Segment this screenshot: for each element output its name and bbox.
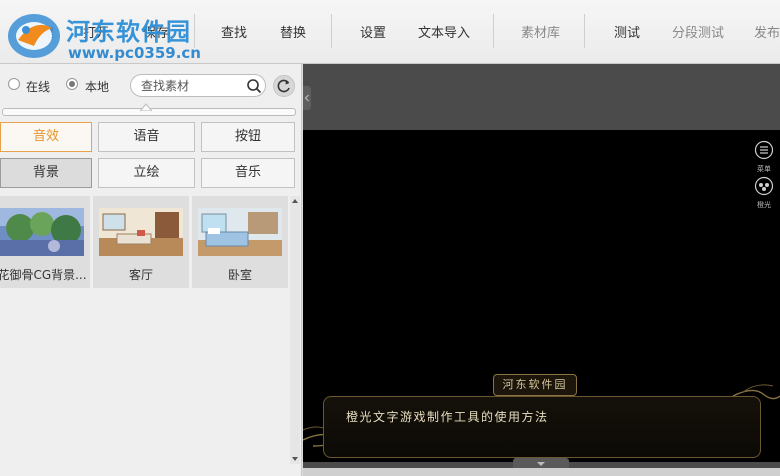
- watermark-url: www.pc0359.cn: [68, 44, 201, 62]
- collapse-bottom-tab[interactable]: [513, 458, 569, 468]
- search-input[interactable]: [141, 78, 241, 94]
- watermark-logo-icon: [8, 14, 60, 58]
- dialog-text: 橙光文字游戏制作工具的使用方法: [346, 410, 549, 424]
- category-character[interactable]: 立绘: [98, 158, 195, 188]
- preview-area: 菜单 橙光 河东软件园 橙光文字游戏制作工具的使用方法: [303, 64, 780, 476]
- search-icon[interactable]: [246, 78, 262, 94]
- refresh-button[interactable]: [273, 75, 295, 97]
- publish-button[interactable]: 发布: [754, 22, 780, 41]
- toolbar-separator: [493, 14, 494, 48]
- settings-button[interactable]: 设置: [360, 22, 386, 41]
- source-selector: 在线 本地: [0, 64, 302, 104]
- asset-thumbnail[interactable]: 花御骨CG背景...: [0, 196, 90, 288]
- asset-thumbnail[interactable]: 客厅: [93, 196, 189, 288]
- online-radio-label[interactable]: 在线: [26, 78, 50, 95]
- stage-orange-label: 橙光: [757, 201, 771, 209]
- asset-scrollbar[interactable]: [290, 196, 300, 464]
- watermark-logo: 河东软件园 www.pc0359.cn: [4, 6, 214, 64]
- toolbar-separator: [331, 14, 332, 48]
- asset-library-button[interactable]: 素材库: [521, 22, 560, 41]
- scroll-down-icon[interactable]: [291, 455, 299, 463]
- scroll-up-icon[interactable]: [291, 197, 299, 205]
- asset-thumbnail-image: [198, 208, 282, 256]
- gamepad-icon: [754, 176, 774, 196]
- toolbar: 新建 打开 保存 查找 替换 设置 文本导入 素材库 测试 分段测试 发布 河东…: [0, 0, 780, 64]
- stage-menu-button[interactable]: 菜单: [753, 140, 775, 174]
- game-stage[interactable]: 菜单 橙光 河东软件园 橙光文字游戏制作工具的使用方法: [303, 130, 780, 462]
- find-button[interactable]: 查找: [221, 22, 247, 41]
- local-radio-label[interactable]: 本地: [85, 78, 109, 95]
- replace-button[interactable]: 替换: [280, 22, 306, 41]
- asset-thumbnail-label: 客厅: [128, 268, 153, 282]
- asset-thumbnail-label: 花御骨CG背景...: [0, 268, 87, 282]
- asset-thumbnail-image: [99, 208, 183, 256]
- online-radio[interactable]: [8, 78, 20, 90]
- toolbar-separator: [584, 14, 585, 48]
- text-import-button[interactable]: 文本导入: [418, 22, 470, 41]
- search-box: [130, 74, 266, 97]
- stage-orange-button[interactable]: 橙光: [753, 176, 775, 210]
- asset-thumbnail-label: 卧室: [227, 268, 252, 282]
- dialog-box[interactable]: 橙光文字游戏制作工具的使用方法: [323, 396, 761, 458]
- category-music[interactable]: 音乐: [201, 158, 295, 188]
- speaker-name-plate: 河东软件园: [493, 374, 577, 396]
- segment-test-button[interactable]: 分段测试: [672, 22, 724, 41]
- ornament-right-icon: [732, 384, 780, 400]
- menu-list-icon: [754, 140, 774, 160]
- category-button[interactable]: 按钮: [201, 122, 295, 152]
- local-radio[interactable]: [66, 78, 78, 90]
- refresh-icon: [277, 79, 290, 93]
- asset-panel: 在线 本地 音效 语音 按钮 背景 立绘 音乐: [0, 64, 302, 476]
- category-sound-effect[interactable]: 音效: [0, 122, 92, 152]
- asset-thumbnail-image: [0, 208, 84, 256]
- divider-notch-icon: [140, 103, 152, 111]
- bottom-strip: [303, 468, 780, 476]
- category-background[interactable]: 背景: [0, 158, 92, 188]
- category-voice[interactable]: 语音: [98, 122, 195, 152]
- collapse-panel-tab[interactable]: [303, 86, 311, 110]
- watermark-text: 河东软件园: [66, 18, 191, 46]
- chevron-left-icon: [304, 94, 309, 102]
- asset-thumbnail[interactable]: 卧室: [192, 196, 288, 288]
- test-button[interactable]: 测试: [614, 22, 640, 41]
- stage-menu-label: 菜单: [757, 165, 771, 173]
